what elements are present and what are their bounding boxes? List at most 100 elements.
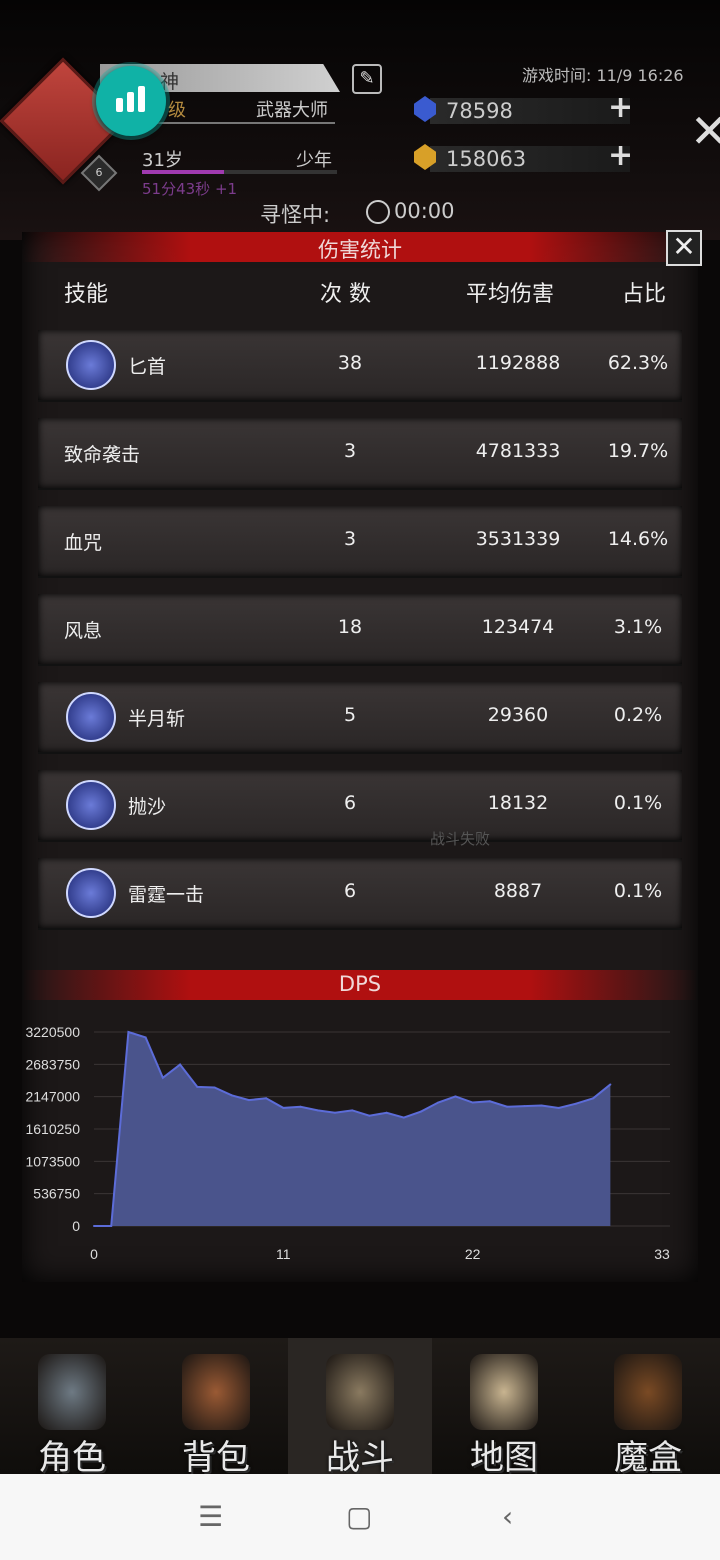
dps-chart: 0 536750 1073500 1610250 2147000 2683750 32205… — [25, 1024, 670, 1262]
header-pct: 占比 — [622, 282, 667, 307]
hit-count: 6 — [343, 792, 357, 814]
dps-point — [110, 1225, 113, 1227]
age-timer: 51分43秒 +1 — [142, 180, 238, 198]
dps-point — [127, 1031, 130, 1033]
nav-tab-1[interactable]: 背包 — [144, 1338, 288, 1478]
table-row[interactable]: 半月斩 5 29360 0.2% — [38, 682, 682, 754]
dps-point — [196, 1085, 199, 1088]
avg-damage: 123474 — [481, 616, 555, 638]
edit-icon[interactable]: ✎ — [352, 64, 382, 94]
nav-label: 魔盒 — [614, 1438, 682, 1478]
nav-label: 角色 — [38, 1438, 106, 1478]
scroll-map-icon — [470, 1354, 538, 1430]
search-timer: 00:00 — [394, 199, 455, 223]
thunder-strike-icon — [66, 868, 116, 918]
dps-point — [557, 1106, 560, 1109]
nav-tab-3[interactable]: 地图 — [432, 1338, 576, 1478]
damage-share: 0.1% — [613, 792, 663, 814]
dps-point — [351, 1109, 354, 1112]
header-count: 次 数 — [320, 282, 371, 307]
y-tick-label: 1610250 — [25, 1121, 80, 1137]
helmet-icon — [38, 1354, 106, 1430]
dps-point — [179, 1063, 182, 1066]
dps-point — [385, 1111, 388, 1114]
x-tick-label: 11 — [276, 1246, 291, 1262]
add-gold-button[interactable]: + — [608, 138, 633, 173]
damage-share: 14.6% — [607, 528, 669, 550]
table-row[interactable]: 匕首 38 1192888 62.3% — [38, 330, 682, 402]
bar-chart-icon — [116, 98, 123, 112]
dps-point — [93, 1225, 95, 1227]
dps-point — [144, 1036, 147, 1039]
damage-share: 0.1% — [613, 880, 663, 902]
avg-damage: 18132 — [487, 792, 549, 814]
y-tick-label: 2147000 — [25, 1089, 80, 1105]
avg-damage: 3531339 — [475, 528, 561, 550]
nav-tab-2[interactable]: 战斗 — [288, 1338, 432, 1478]
age-progress-fill — [142, 170, 224, 174]
dps-point — [213, 1086, 216, 1089]
skill-name: 致命袭击 — [64, 444, 141, 466]
dagger-icon — [66, 340, 116, 390]
add-gem-button[interactable]: + — [608, 90, 633, 125]
dps-point — [299, 1105, 302, 1108]
menu-icon[interactable]: ☰ — [198, 1500, 223, 1533]
clock-icon — [366, 200, 390, 224]
dps-point — [265, 1097, 268, 1100]
back-icon[interactable]: ‹ — [502, 1500, 513, 1533]
nav-tab-4[interactable]: 魔盒 — [576, 1338, 720, 1478]
avg-damage: 29360 — [487, 704, 549, 726]
nav-tab-0[interactable]: 角色 — [0, 1338, 144, 1478]
header-avg: 平均伤害 — [466, 282, 555, 307]
dps-point — [454, 1095, 457, 1098]
table-row[interactable]: 雷霆一击 6 8887 0.1% — [38, 858, 682, 930]
dps-point — [230, 1094, 233, 1097]
damage-share: 0.2% — [613, 704, 663, 726]
y-tick-label: 3220500 — [25, 1024, 80, 1040]
floating-stats-button[interactable] — [96, 66, 166, 136]
hit-count: 3 — [343, 528, 357, 550]
dps-point — [161, 1076, 164, 1079]
avg-damage: 1192888 — [475, 352, 561, 374]
panel-title: 伤害统计 — [318, 238, 402, 262]
nav-label: 地图 — [470, 1438, 538, 1478]
damage-share: 3.1% — [613, 616, 663, 638]
avg-damage: 4781333 — [475, 440, 561, 462]
home-icon[interactable]: ▢ — [346, 1500, 372, 1533]
skill-name: 雷霆一击 — [128, 884, 205, 906]
skill-name: 半月斩 — [128, 708, 186, 730]
player-age: 31岁 — [142, 150, 183, 171]
side-menu-icon[interactable]: ✕ — [690, 104, 720, 158]
dps-title: DPS — [338, 972, 382, 996]
dps-point — [609, 1083, 612, 1086]
gem-value: 78598 — [446, 99, 513, 123]
skill-name: 血咒 — [64, 532, 103, 554]
dps-point — [420, 1110, 423, 1113]
player-rank: 级 — [168, 100, 186, 121]
game-time: 游戏时间: 11/9 16:26 — [522, 66, 684, 85]
close-button[interactable]: ✕ — [666, 230, 702, 266]
player-stage: 少年 — [296, 150, 332, 171]
hit-count: 38 — [337, 352, 363, 374]
x-tick-label: 22 — [465, 1246, 481, 1262]
header-skill: 技能 — [64, 282, 109, 307]
backpack-icon — [182, 1354, 250, 1430]
table-row[interactable]: 血咒 3 3531339 14.6% — [38, 506, 682, 578]
dps-area — [94, 1032, 611, 1226]
crescent-moon-icon — [66, 692, 116, 742]
y-tick-label: 536750 — [33, 1186, 80, 1202]
table-row[interactable]: 风息 18 123474 3.1% — [38, 594, 682, 666]
y-tick-label: 2683750 — [25, 1056, 80, 1072]
hit-count: 6 — [343, 880, 357, 902]
dps-point — [592, 1097, 595, 1100]
table-row[interactable]: 抛沙 6 18132 0.1% — [38, 770, 682, 842]
damage-share: 19.7% — [607, 440, 669, 462]
dps-point — [437, 1101, 440, 1104]
magic-box-icon — [614, 1354, 682, 1430]
y-tick-label: 0 — [72, 1218, 80, 1234]
table-row[interactable]: 致命袭击 3 4781333 19.7% — [38, 418, 682, 490]
dps-point — [316, 1109, 319, 1112]
hit-count: 18 — [337, 616, 363, 638]
nav-label: 战斗 — [326, 1438, 394, 1478]
dps-point — [523, 1105, 526, 1108]
